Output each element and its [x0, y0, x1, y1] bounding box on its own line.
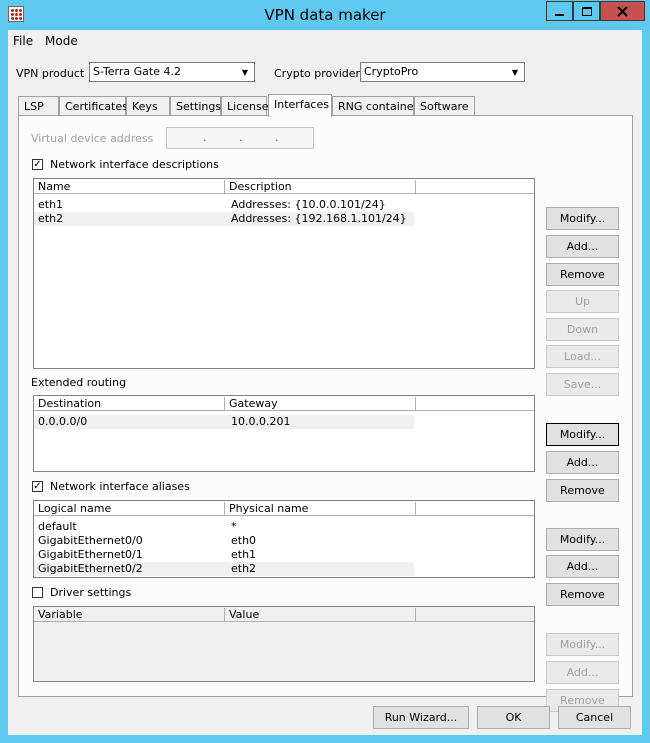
cancel-button[interactable]: Cancel [558, 706, 631, 729]
vpn-product-select[interactable]: S-Terra Gate 4.2 ▼ [89, 62, 255, 82]
tab-interfaces[interactable]: Interfaces [268, 94, 332, 117]
main-window: VPN data maker File Mode VPN product S-T… [0, 0, 650, 743]
column-header[interactable]: Physical name [225, 502, 416, 516]
tab-keys[interactable]: Keys [126, 96, 170, 116]
modify-alias-button[interactable]: Modify... [546, 528, 619, 551]
table-row[interactable]: GigabitEthernet0/2 eth2 [34, 562, 414, 576]
up-button[interactable]: Up [546, 290, 619, 313]
table-row[interactable]: default * [34, 520, 414, 534]
driver-settings-table[interactable]: Variable Value [33, 606, 535, 682]
column-header[interactable]: Logical name [34, 502, 225, 516]
modify-iface-desc-button[interactable]: Modify... [546, 207, 619, 230]
tab-license[interactable]: License [221, 96, 268, 116]
maximize-icon [581, 6, 592, 16]
table-header: Logical name Physical name [34, 501, 534, 516]
chevron-down-icon[interactable]: ▼ [507, 64, 523, 80]
chevron-down-icon[interactable]: ▼ [237, 64, 253, 80]
table-header: Name Description [34, 179, 534, 194]
menu-mode[interactable]: Mode [45, 34, 78, 48]
table-header: Destination Gateway [34, 396, 534, 411]
tab-lsp[interactable]: LSP [18, 96, 59, 116]
vpn-product-value: S-Terra Gate 4.2 [93, 65, 181, 78]
driver-settings-checkbox[interactable] [32, 587, 43, 598]
modify-routing-button[interactable]: Modify... [546, 423, 619, 446]
close-button[interactable] [600, 1, 645, 21]
table-row[interactable]: GigabitEthernet0/0 eth0 [34, 534, 414, 548]
add-alias-button[interactable]: Add... [546, 555, 619, 578]
interfaces-panel: Virtual device address . . . ✓ Network i… [18, 115, 633, 712]
minimize-icon [555, 14, 564, 16]
table-row[interactable]: eth2 Addresses: {192.168.1.101/24} [34, 212, 414, 226]
remove-iface-desc-button[interactable]: Remove [546, 263, 619, 286]
extended-routing-table[interactable]: Destination Gateway 0.0.0.0/0 10.0.0.201 [33, 395, 535, 472]
ok-button[interactable]: OK [477, 706, 550, 729]
add-driver-button[interactable]: Add... [546, 661, 619, 684]
load-button[interactable]: Load... [546, 345, 619, 368]
minimize-button[interactable] [546, 1, 573, 21]
table-row[interactable]: eth1 Addresses: {10.0.0.101/24} [34, 198, 414, 212]
crypto-provider-select[interactable]: CryptoPro ▼ [360, 62, 525, 82]
crypto-provider-value: CryptoPro [364, 65, 419, 78]
remove-alias-button[interactable]: Remove [546, 583, 619, 606]
client-area: File Mode VPN product S-Terra Gate 4.2 ▼… [8, 30, 642, 735]
table-row[interactable]: 0.0.0.0/0 10.0.0.201 [34, 415, 414, 429]
add-iface-desc-button[interactable]: Add... [546, 235, 619, 258]
net-iface-desc-table[interactable]: Name Description eth1 Addresses: {10.0.0… [33, 178, 535, 369]
column-header[interactable]: Variable [34, 608, 225, 622]
net-iface-desc-checkbox[interactable]: ✓ [32, 159, 43, 170]
close-icon [617, 5, 628, 17]
title-bar[interactable]: VPN data maker [0, 0, 650, 30]
virtual-device-label: Virtual device address [31, 132, 154, 145]
tab-rng-container[interactable]: RNG container [332, 96, 418, 116]
vpn-product-label: VPN product [16, 67, 85, 80]
net-iface-alias-checkbox[interactable]: ✓ [32, 481, 43, 492]
column-header[interactable]: Gateway [225, 397, 416, 411]
tab-certificates[interactable]: Certificates [59, 96, 128, 116]
save-button[interactable]: Save... [546, 373, 619, 396]
column-header[interactable]: Description [225, 180, 416, 194]
tab-settings[interactable]: Settings [170, 96, 221, 116]
tab-software[interactable]: Software [414, 96, 475, 116]
add-routing-button[interactable]: Add... [546, 451, 619, 474]
crypto-provider-label: Crypto provider [274, 67, 361, 80]
table-header: Variable Value [34, 607, 534, 622]
virtual-device-input: . . . [166, 127, 314, 149]
run-wizard-button[interactable]: Run Wizard... [373, 706, 469, 729]
net-iface-desc-label: Network interface descriptions [50, 158, 219, 171]
remove-routing-button[interactable]: Remove [546, 479, 619, 502]
menu-file[interactable]: File [13, 34, 33, 48]
driver-settings-label: Driver settings [50, 586, 132, 599]
down-button[interactable]: Down [546, 318, 619, 341]
table-row[interactable]: GigabitEthernet0/1 eth1 [34, 548, 414, 562]
maximize-button[interactable] [573, 1, 600, 21]
modify-driver-button[interactable]: Modify... [546, 633, 619, 656]
net-iface-alias-table[interactable]: Logical name Physical name default * Gig… [33, 500, 535, 578]
column-header[interactable]: Name [34, 180, 225, 194]
column-header[interactable]: Destination [34, 397, 225, 411]
extended-routing-label: Extended routing [31, 376, 127, 389]
net-iface-alias-label: Network interface aliases [50, 480, 190, 493]
column-header[interactable]: Value [225, 608, 416, 622]
